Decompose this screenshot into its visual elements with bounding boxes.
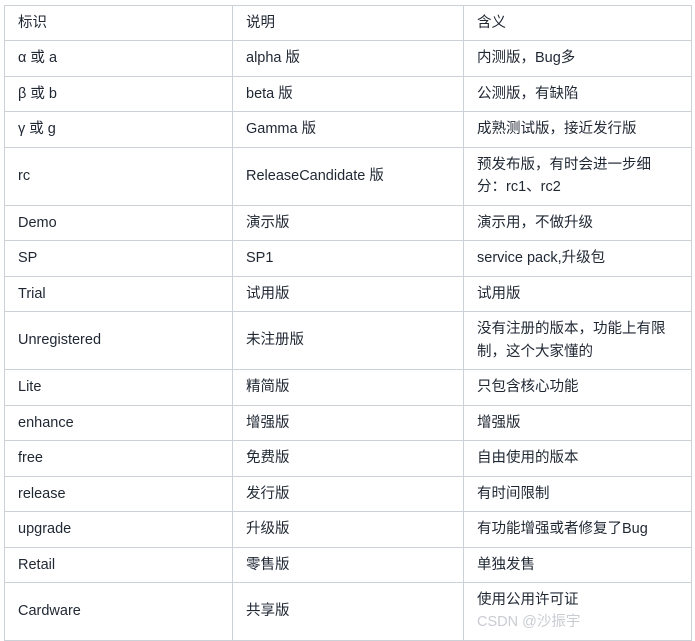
cell-identifier: Lite	[4, 369, 233, 406]
column-header-identifier: 标识	[4, 4, 233, 42]
cell-meaning: 单独发售	[463, 546, 692, 583]
table-row: Cardware 共享版 使用公用许可证 CSDN @沙振宇	[4, 581, 692, 641]
table-row: Trial 试用版 试用版	[4, 275, 692, 313]
cell-description: 免费版	[232, 440, 464, 477]
cell-meaning: 公测版，有缺陷	[463, 75, 692, 113]
cell-meaning: 内测版，Bug多	[463, 40, 692, 77]
table-header-row: 标识 说明 含义	[4, 4, 692, 42]
cell-meaning: 使用公用许可证 CSDN @沙振宇	[463, 581, 692, 641]
cell-identifier: free	[4, 440, 233, 477]
cell-meaning: 预发布版，有时会进一步细分：rc1、rc2	[463, 146, 692, 206]
column-header-description: 说明	[232, 4, 464, 42]
cell-identifier: Trial	[4, 275, 233, 313]
table-row: enhance 增强版 增强版	[4, 404, 692, 442]
cell-identifier: Retail	[4, 546, 233, 583]
cell-identifier: α 或 a	[4, 40, 233, 77]
cell-meaning: service pack,升级包	[463, 240, 692, 277]
table-row: free 免费版 自由使用的版本	[4, 440, 692, 477]
table-row: Unregistered 未注册版 没有注册的版本，功能上有限制，这个大家懂的	[4, 311, 692, 371]
cell-meaning: 只包含核心功能	[463, 369, 692, 406]
version-table-container: 标识 说明 含义 α 或 a alpha 版 内测版，Bug多 β 或 b be…	[0, 0, 695, 641]
cell-meaning: 演示用，不做升级	[463, 204, 692, 242]
cell-identifier: SP	[4, 240, 233, 277]
cell-description: beta 版	[232, 75, 464, 113]
cell-description: Gamma 版	[232, 111, 464, 148]
cell-description: 发行版	[232, 475, 464, 513]
cell-description: 未注册版	[232, 311, 464, 371]
cell-description: 试用版	[232, 275, 464, 313]
cell-identifier: γ 或 g	[4, 111, 233, 148]
table-row: SP SP1 service pack,升级包	[4, 240, 692, 277]
csdn-watermark: CSDN @沙振宇	[477, 614, 581, 631]
cell-identifier: upgrade	[4, 511, 233, 548]
column-header-meaning: 含义	[463, 4, 692, 42]
version-identifier-table: 标识 说明 含义 α 或 a alpha 版 内测版，Bug多 β 或 b be…	[4, 4, 692, 641]
table-row: Demo 演示版 演示用，不做升级	[4, 204, 692, 242]
cell-description: ReleaseCandidate 版	[232, 146, 464, 206]
cell-identifier: β 或 b	[4, 75, 233, 113]
table-row: α 或 a alpha 版 内测版，Bug多	[4, 40, 692, 77]
cell-identifier: enhance	[4, 404, 233, 442]
cell-description: 升级版	[232, 511, 464, 548]
cell-description: 零售版	[232, 546, 464, 583]
cell-meaning: 没有注册的版本，功能上有限制，这个大家懂的	[463, 311, 692, 371]
cell-meaning: 试用版	[463, 275, 692, 313]
cell-identifier: rc	[4, 146, 233, 206]
table-header: 标识 说明 含义	[4, 4, 692, 42]
cell-meaning-text: 使用公用许可证	[477, 591, 579, 608]
cell-identifier: release	[4, 475, 233, 513]
cell-meaning: 增强版	[463, 404, 692, 442]
cell-meaning: 自由使用的版本	[463, 440, 692, 477]
cell-meaning: 成熟测试版，接近发行版	[463, 111, 692, 148]
table-row: upgrade 升级版 有功能增强或者修复了Bug	[4, 511, 692, 548]
cell-identifier: Demo	[4, 204, 233, 242]
table-row: β 或 b beta 版 公测版，有缺陷	[4, 75, 692, 113]
cell-description: 演示版	[232, 204, 464, 242]
table-row: Lite 精简版 只包含核心功能	[4, 369, 692, 406]
cell-description: 增强版	[232, 404, 464, 442]
cell-description: SP1	[232, 240, 464, 277]
cell-description: 共享版	[232, 581, 464, 641]
table-row: rc ReleaseCandidate 版 预发布版，有时会进一步细分：rc1、…	[4, 146, 692, 206]
cell-identifier: Unregistered	[4, 311, 233, 371]
table-body: α 或 a alpha 版 内测版，Bug多 β 或 b beta 版 公测版，…	[4, 40, 692, 641]
cell-description: 精简版	[232, 369, 464, 406]
cell-identifier: Cardware	[4, 581, 233, 641]
cell-meaning: 有时间限制	[463, 475, 692, 513]
cell-description: alpha 版	[232, 40, 464, 77]
table-row: γ 或 g Gamma 版 成熟测试版，接近发行版	[4, 111, 692, 148]
cell-meaning: 有功能增强或者修复了Bug	[463, 511, 692, 548]
table-row: Retail 零售版 单独发售	[4, 546, 692, 583]
table-row: release 发行版 有时间限制	[4, 475, 692, 513]
